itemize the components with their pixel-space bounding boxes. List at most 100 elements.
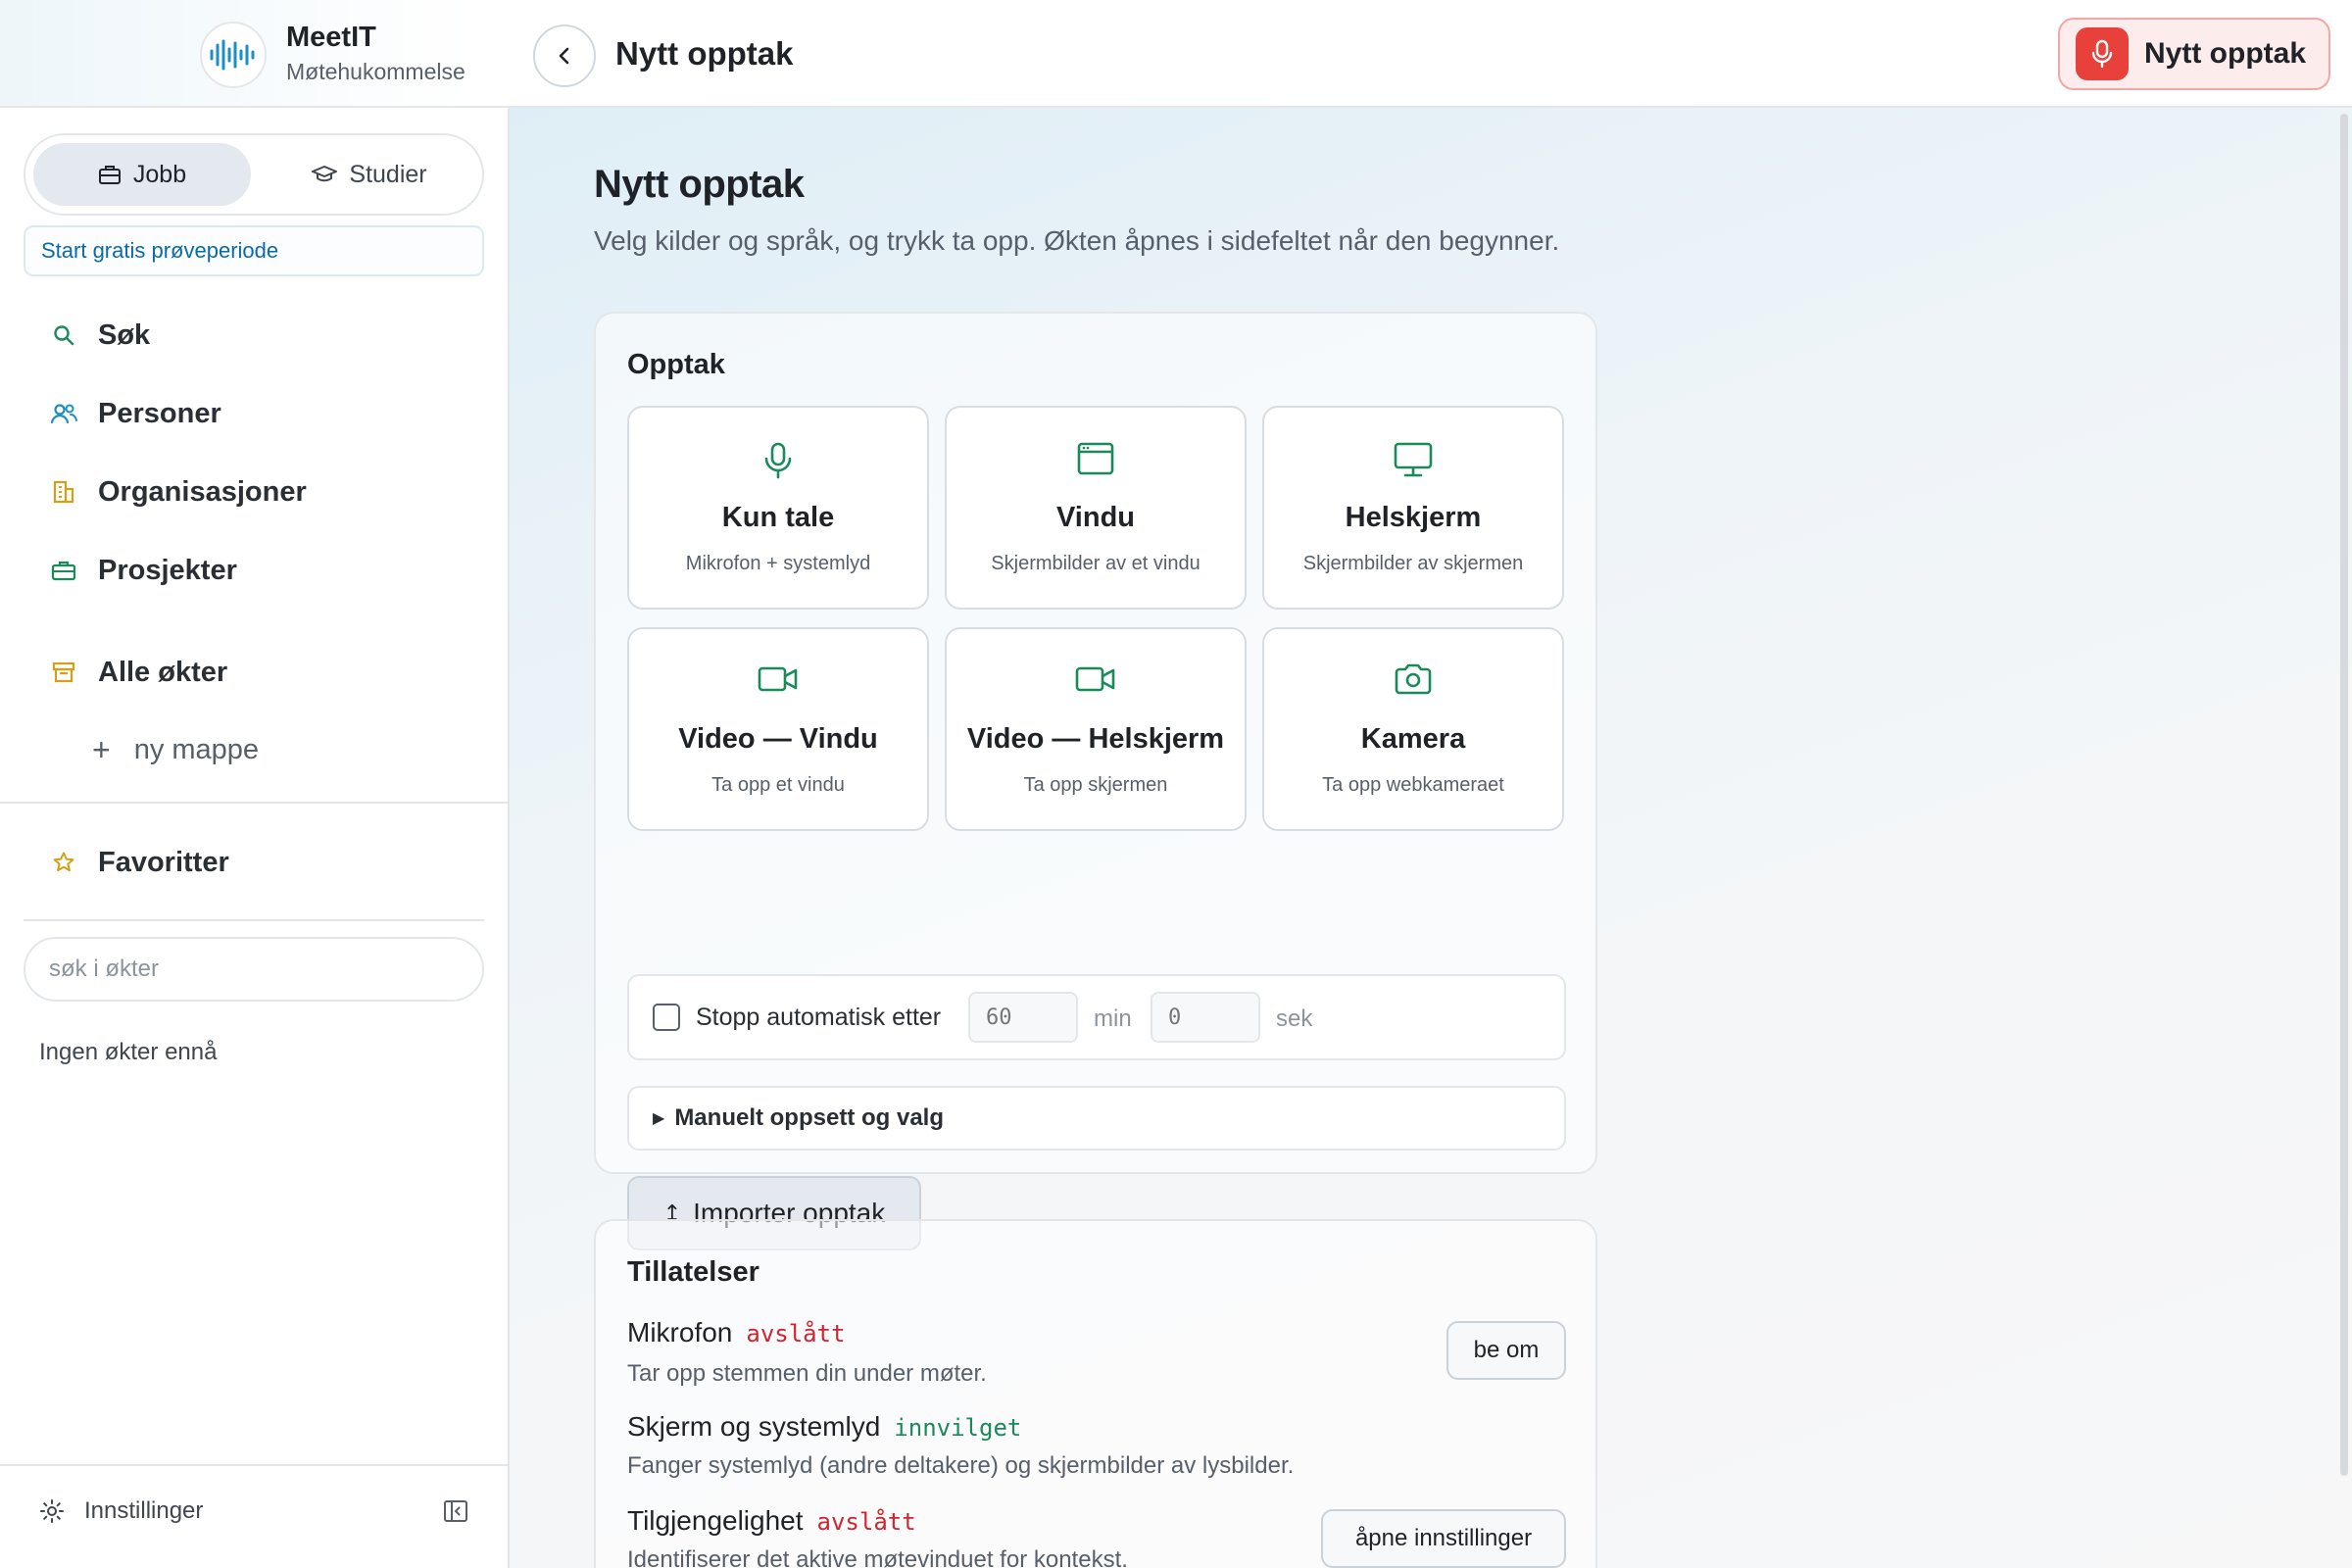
page-title: Nytt opptak bbox=[615, 35, 794, 72]
session-search-input[interactable] bbox=[24, 937, 484, 1002]
tile-name: Kun tale bbox=[721, 502, 835, 533]
settings-label: Innstillinger bbox=[84, 1497, 204, 1524]
sidebar-item-favorites[interactable]: Favoritter bbox=[49, 838, 229, 887]
sidebar: Jobb Studier Start gratis prøveperiode S… bbox=[0, 108, 510, 1568]
tile-window[interactable]: Vindu Skjermbilder av et vindu bbox=[945, 406, 1247, 610]
permission-desc: Tar opp stemmen din under møter. bbox=[627, 1360, 987, 1387]
video-icon bbox=[629, 662, 927, 696]
tile-fullscreen[interactable]: Helskjerm Skjermbilder av skjermen bbox=[1262, 406, 1564, 610]
permissions-card: Tillatelser Mikrofon avslått Tar opp stem… bbox=[594, 1219, 1597, 1568]
tile-desc: Ta opp skjermen bbox=[1023, 774, 1168, 796]
main-title: Nytt opptak bbox=[594, 163, 805, 206]
sidebar-item-all-sessions[interactable]: Alle økter bbox=[49, 648, 227, 697]
top-bar: MeetIT Møtehukommelse Nytt opptak Nytt o… bbox=[0, 0, 2352, 108]
camera-icon bbox=[1264, 662, 1562, 696]
tile-desc: Mikrofon + systemlyd bbox=[685, 553, 871, 574]
mode-work-label: Jobb bbox=[132, 160, 187, 188]
triangle-right-icon: ▶ bbox=[653, 1110, 665, 1127]
auto-stop-row: Stopp automatisk etter min sek bbox=[627, 974, 1566, 1060]
permissions-card-title: Tillatelser bbox=[627, 1256, 760, 1288]
sidebar-item-label: Organisasjoner bbox=[98, 475, 307, 508]
mode-study-label: Studier bbox=[349, 160, 427, 188]
main-lead: Velg kilder og språk, og trykk ta opp. Ø… bbox=[594, 225, 1560, 256]
empty-sessions-text: Ingen økter ennå bbox=[39, 1039, 218, 1065]
permission-desc: Fanger systemlyd (andre deltakere) og sk… bbox=[627, 1452, 1295, 1479]
mode-study-tab[interactable]: Studier bbox=[261, 143, 478, 206]
open-settings-button[interactable]: åpne innstillinger bbox=[1321, 1509, 1566, 1568]
sidebar-item-label: Alle økter bbox=[98, 656, 228, 688]
tile-desc: Ta opp et vindu bbox=[711, 774, 845, 796]
permission-name: Skjerm og systemlyd bbox=[627, 1411, 881, 1442]
search-icon bbox=[49, 320, 78, 350]
manual-setup-label: Manuelt oppsett og valg bbox=[674, 1104, 944, 1131]
tile-camera[interactable]: Kamera Ta opp webkameraet bbox=[1262, 627, 1564, 831]
sidebar-divider bbox=[0, 802, 508, 804]
permission-status: innvilget bbox=[894, 1414, 1022, 1442]
sidebar-divider bbox=[24, 919, 484, 921]
video-icon bbox=[947, 662, 1245, 696]
auto-stop-seconds-input[interactable] bbox=[1151, 992, 1260, 1043]
settings-button[interactable]: Innstillinger bbox=[39, 1497, 203, 1525]
briefcase-icon bbox=[49, 556, 78, 585]
new-folder-label: ny mappe bbox=[133, 733, 260, 765]
app-name: MeetIT bbox=[286, 22, 376, 53]
permission-name: Tilgjengelighet bbox=[627, 1505, 804, 1536]
gear-icon bbox=[40, 1499, 64, 1523]
briefcase-icon bbox=[98, 166, 121, 184]
seconds-unit: sek bbox=[1276, 1005, 1313, 1032]
sidebar-item-label: Favoritter bbox=[98, 846, 229, 878]
tile-video-fullscreen[interactable]: Video — Helskjerm Ta opp skjermen bbox=[945, 627, 1247, 831]
auto-stop-label: Stopp automatisk etter bbox=[696, 1004, 942, 1031]
permission-status: avslått bbox=[816, 1508, 916, 1536]
sidebar-item-projects[interactable]: Prosjekter bbox=[49, 546, 237, 595]
app-logo bbox=[200, 22, 267, 88]
sidebar-item-label: Søk bbox=[98, 318, 151, 351]
tile-desc: Skjermbilder av skjermen bbox=[1302, 553, 1524, 574]
new-recording-label: Nytt opptak bbox=[2144, 37, 2306, 70]
recording-card: Opptak Kun tale Mikrofon + systemlyd Vin… bbox=[594, 312, 1597, 1250]
auto-stop-checkbox[interactable] bbox=[653, 1004, 680, 1031]
scrollbar[interactable] bbox=[2340, 114, 2348, 1476]
mode-switch: Jobb Studier bbox=[24, 133, 484, 216]
tile-name: Video — Vindu bbox=[678, 723, 878, 755]
collapse-sidebar-button[interactable] bbox=[443, 1499, 468, 1528]
microphone-icon bbox=[2076, 27, 2129, 80]
tile-name: Kamera bbox=[1360, 723, 1466, 755]
permission-accessibility: Tilgjengelighet avslått bbox=[627, 1505, 916, 1537]
main-content: Nytt opptak Velg kilder og språk, og try… bbox=[510, 108, 2352, 1568]
people-icon bbox=[49, 399, 78, 428]
new-recording-button[interactable]: Nytt opptak bbox=[2058, 18, 2330, 90]
archive-icon bbox=[49, 658, 78, 687]
graduation-cap-icon bbox=[312, 166, 338, 182]
new-folder-button[interactable]: + ny mappe bbox=[92, 725, 259, 774]
back-button[interactable] bbox=[533, 24, 596, 87]
app-subtitle: Møtehukommelse bbox=[286, 59, 466, 84]
tile-video-window[interactable]: Video — Vindu Ta opp et vindu bbox=[627, 627, 929, 831]
microphone-icon bbox=[629, 441, 927, 480]
tile-desc: Skjermbilder av et vindu bbox=[991, 553, 1200, 574]
sidebar-item-organizations[interactable]: Organisasjoner bbox=[49, 467, 307, 516]
monitor-icon bbox=[1264, 441, 1562, 478]
mode-work-tab[interactable]: Jobb bbox=[33, 143, 251, 206]
plus-icon: + bbox=[92, 731, 111, 767]
waveform-icon bbox=[210, 39, 255, 71]
tile-voice-only[interactable]: Kun tale Mikrofon + systemlyd bbox=[627, 406, 929, 610]
auto-stop-minutes-input[interactable] bbox=[968, 992, 1078, 1043]
permission-status: avslått bbox=[746, 1320, 846, 1348]
minutes-unit: min bbox=[1094, 1005, 1132, 1032]
start-trial-link[interactable]: Start gratis prøveperiode bbox=[24, 225, 484, 276]
sidebar-item-people[interactable]: Personer bbox=[49, 389, 221, 438]
sidebar-item-label: Personer bbox=[98, 397, 221, 429]
tile-name: Helskjerm bbox=[1345, 502, 1482, 533]
request-microphone-button[interactable]: be om bbox=[1446, 1321, 1566, 1380]
permission-screen-audio: Skjerm og systemlyd innvilget bbox=[627, 1411, 1021, 1443]
sidebar-item-search[interactable]: Søk bbox=[49, 311, 150, 360]
sidebar-collapse-icon bbox=[444, 1500, 467, 1522]
sidebar-footer: Innstillinger bbox=[0, 1464, 508, 1568]
permission-name: Mikrofon bbox=[627, 1317, 733, 1348]
manual-setup-toggle[interactable]: ▶ Manuelt oppsett og valg bbox=[627, 1086, 1566, 1151]
star-icon bbox=[49, 848, 78, 877]
sidebar-item-label: Prosjekter bbox=[98, 554, 237, 586]
tile-desc: Ta opp webkameraet bbox=[1322, 774, 1504, 796]
permission-microphone: Mikrofon avslått bbox=[627, 1317, 846, 1348]
